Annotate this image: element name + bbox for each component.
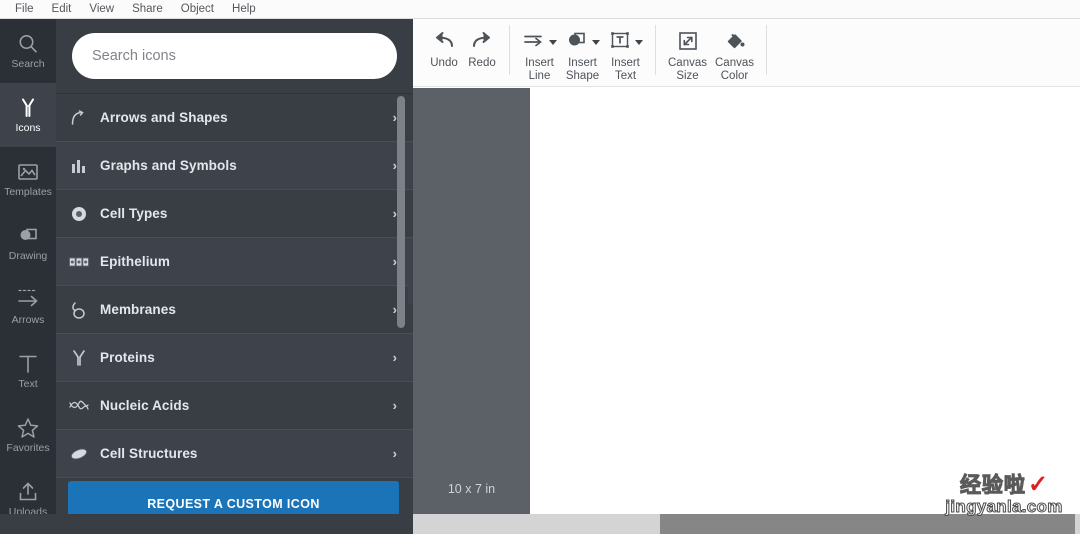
undo-label: Undo xyxy=(430,57,458,69)
rail-item-drawing[interactable]: Drawing xyxy=(0,211,56,275)
redo-label: Redo xyxy=(468,57,496,69)
canvas-size-button[interactable]: Canvas Size xyxy=(664,25,711,83)
rail-item-icons[interactable]: Icons xyxy=(0,83,56,147)
rail-label-search: Search xyxy=(11,58,45,70)
insert-line-button[interactable]: Insert Line xyxy=(518,25,561,83)
toolbar-separator-1 xyxy=(509,25,510,75)
image-frame-icon xyxy=(16,160,40,184)
insert-text-label: Insert Text xyxy=(611,57,640,82)
redo-button[interactable]: Redo xyxy=(463,25,501,70)
category-label: Epithelium xyxy=(100,254,171,269)
insert-text-icon xyxy=(608,29,632,53)
icons-panel: Arrows and Shapes › Graphs and Symbols › xyxy=(56,19,413,534)
rail-item-search[interactable]: Search xyxy=(0,19,56,83)
cell-circle-icon xyxy=(68,204,90,224)
insert-line-icon xyxy=(522,29,546,53)
category-row-graphs-and-symbols[interactable]: Graphs and Symbols › xyxy=(56,142,413,190)
insert-shape-icon xyxy=(565,29,589,53)
insert-shape-dropdown-caret[interactable] xyxy=(592,39,600,45)
menu-object[interactable]: Object xyxy=(172,0,223,18)
toolbar-separator-2 xyxy=(655,25,656,75)
rail-label-text: Text xyxy=(18,378,38,390)
menu-view[interactable]: View xyxy=(80,0,123,18)
rail-item-text[interactable]: Text xyxy=(0,339,56,403)
dna-icon xyxy=(68,396,90,416)
rail-label-drawing: Drawing xyxy=(8,250,48,262)
menu-file[interactable]: File xyxy=(6,0,43,18)
undo-button[interactable]: Undo xyxy=(425,25,463,70)
rail-label-favorites: Favorites xyxy=(6,442,50,454)
rail-item-favorites[interactable]: Favorites xyxy=(0,403,56,467)
category-label: Nucleic Acids xyxy=(100,398,190,413)
left-rail: Search Icons Templates Drawing Arrows Te… xyxy=(0,19,56,534)
category-label: Cell Types xyxy=(100,206,168,221)
protein-y-icon xyxy=(68,348,90,368)
insert-text-dropdown-caret[interactable] xyxy=(635,39,643,45)
horizontal-scrollbar-track[interactable] xyxy=(413,514,1080,534)
canvas-size-icon xyxy=(676,29,700,53)
canvas-offscreen-area: 10 x 7 in xyxy=(413,88,530,514)
app-root: File Edit View Share Object Help Search … xyxy=(0,0,1080,534)
insert-line-label: Insert Line xyxy=(525,57,554,82)
rail-item-arrows[interactable]: Arrows xyxy=(0,275,56,339)
category-label: Cell Structures xyxy=(100,446,198,461)
rail-label-icons: Icons xyxy=(15,122,41,134)
search-icon xyxy=(16,32,40,56)
category-row-epithelium[interactable]: Epithelium › xyxy=(56,238,413,286)
category-row-membranes[interactable]: Membranes › xyxy=(56,286,413,334)
insert-shape-button[interactable]: Insert Shape xyxy=(561,25,604,83)
category-label: Graphs and Symbols xyxy=(100,158,237,173)
category-row-cell-types[interactable]: Cell Types › xyxy=(56,190,413,238)
canvas-workspace[interactable]: 10 x 7 in xyxy=(413,88,1080,514)
text-t-icon xyxy=(16,352,40,376)
category-list: Arrows and Shapes › Graphs and Symbols › xyxy=(56,93,413,488)
antibody-icon xyxy=(16,96,40,120)
star-icon xyxy=(16,416,40,440)
rail-label-templates: Templates xyxy=(4,186,52,198)
scrollbar-corner xyxy=(0,514,413,534)
category-row-nucleic-acids[interactable]: Nucleic Acids › xyxy=(56,382,413,430)
curved-arrow-icon xyxy=(68,108,90,128)
epithelium-icon xyxy=(68,252,90,272)
rail-label-arrows: Arrows xyxy=(11,314,45,326)
panel-scrollbar-thumb[interactable] xyxy=(397,96,405,328)
redo-icon xyxy=(470,29,494,53)
arrow-right-icon xyxy=(16,288,40,312)
search-input[interactable] xyxy=(72,33,397,79)
canvas-size-label: Canvas Size xyxy=(668,57,707,82)
insert-shape-label: Insert Shape xyxy=(565,57,600,82)
canvas-dimension-label: 10 x 7 in xyxy=(447,482,496,496)
rail-item-templates[interactable]: Templates xyxy=(0,147,56,211)
toolbar: Undo Redo Insert Line Insert Shape Inser… xyxy=(413,19,1080,87)
category-label: Membranes xyxy=(100,302,176,317)
horizontal-scrollbar-thumb[interactable] xyxy=(660,514,1075,534)
canvas-color-icon xyxy=(723,29,747,53)
bar-chart-icon xyxy=(68,156,90,176)
menu-edit[interactable]: Edit xyxy=(43,0,81,18)
menu-help[interactable]: Help xyxy=(223,0,265,18)
category-row-arrows-and-shapes[interactable]: Arrows and Shapes › xyxy=(56,94,413,142)
menu-share[interactable]: Share xyxy=(123,0,172,18)
canvas-color-button[interactable]: Canvas Color xyxy=(711,25,758,83)
upload-icon xyxy=(16,480,40,504)
organelle-icon xyxy=(68,444,90,464)
search-container xyxy=(56,19,413,93)
toolbar-separator-3 xyxy=(766,25,767,75)
category-label: Arrows and Shapes xyxy=(100,110,228,125)
insert-line-dropdown-caret[interactable] xyxy=(549,39,557,45)
shapes-icon xyxy=(16,224,40,248)
canvas-color-label: Canvas Color xyxy=(715,57,754,82)
membrane-loop-icon xyxy=(68,300,90,320)
undo-icon xyxy=(432,29,456,53)
category-label: Proteins xyxy=(100,350,155,365)
menubar: File Edit View Share Object Help xyxy=(0,0,1080,19)
category-row-cell-structures[interactable]: Cell Structures › xyxy=(56,430,413,478)
insert-text-button[interactable]: Insert Text xyxy=(604,25,647,83)
category-row-proteins[interactable]: Proteins › xyxy=(56,334,413,382)
